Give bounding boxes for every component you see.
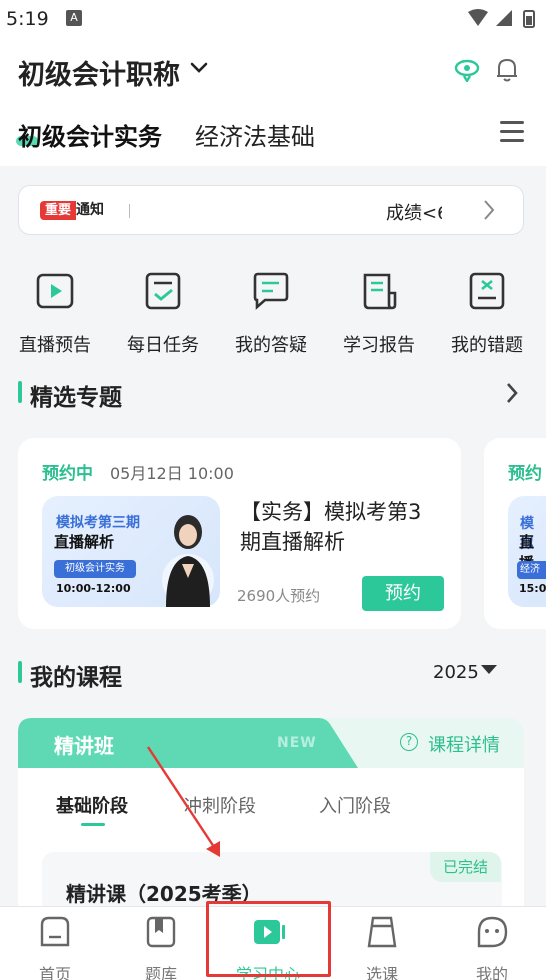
quick-daily-task[interactable]: 每日任务	[109, 265, 217, 356]
stage-tab-basic[interactable]: 基础阶段	[56, 792, 128, 818]
notification-icon: A	[66, 10, 82, 26]
quick-label: 直播预告	[19, 335, 91, 356]
tab-label: 选课	[365, 965, 398, 980]
tab-question-bank[interactable]: 题库	[106, 906, 216, 980]
section-marker	[18, 661, 22, 683]
new-badge: NEW	[277, 735, 317, 751]
quick-label: 我的答疑	[235, 335, 307, 356]
chat-icon	[253, 272, 289, 310]
system-icons	[468, 9, 535, 28]
status-time: 5:19	[6, 8, 49, 30]
teacher-photo	[162, 515, 214, 607]
task-icon	[145, 272, 181, 310]
tab-profile[interactable]: 我的	[437, 906, 546, 980]
quick-my-qa[interactable]: 我的答疑	[217, 265, 325, 356]
bell-icon[interactable]	[495, 57, 519, 83]
annotation-arrow	[146, 746, 220, 857]
quick-study-report[interactable]: 学习报告	[325, 265, 433, 356]
notice-badge-label: 通知	[76, 202, 104, 218]
card-time: 05月12日 10:00	[110, 464, 234, 483]
wrong-icon	[469, 272, 505, 310]
tab-course-select[interactable]: 选课	[327, 906, 437, 980]
status-badge: 已完结	[430, 852, 501, 882]
thumb-subtitle: 直播解析	[54, 533, 115, 551]
bank-icon	[146, 916, 176, 948]
wifi-icon	[468, 9, 488, 26]
chevron-right-icon[interactable]	[482, 199, 496, 223]
notice-text: 成绩<6	[386, 203, 442, 224]
profile-icon	[477, 916, 508, 948]
quick-label: 我的错题	[451, 335, 523, 356]
card-status: 预约中	[42, 464, 93, 484]
tab-label: 题库	[144, 965, 177, 980]
signal-icon	[496, 10, 512, 26]
home-icon	[40, 916, 70, 947]
thumb-title: 模拟考第三期	[56, 515, 140, 531]
year-selector[interactable]: 2025	[433, 662, 479, 683]
reserve-button[interactable]: 预约	[362, 576, 444, 611]
exam-selector-title[interactable]: 初级会计职称	[18, 53, 180, 92]
section-title-featured: 精选专题	[30, 385, 122, 411]
tab-subject-practice[interactable]: 初级会计实务	[18, 117, 162, 152]
course-detail-link[interactable]: 课程详情	[428, 731, 500, 757]
live-icon	[36, 273, 74, 309]
thumb-tag: 初级会计实务	[54, 560, 136, 578]
quick-live-preview[interactable]: 直播预告	[1, 265, 109, 356]
annotation-highlight-box	[206, 901, 331, 977]
thumb-time: 10:00-12:00	[56, 582, 131, 595]
section-title-courses: 我的课程	[30, 665, 122, 691]
shop-icon	[367, 916, 397, 948]
report-icon	[363, 273, 397, 310]
course-title[interactable]: 【实务】模拟考第3期直播解析	[240, 497, 440, 557]
tab-label: 我的	[475, 965, 508, 980]
thumb-tag: 经济	[517, 561, 546, 579]
notice-badge: 重要	[40, 201, 76, 220]
quick-label: 每日任务	[127, 335, 199, 356]
quick-wrong-questions[interactable]: 我的错题	[433, 265, 541, 356]
stage-underline	[81, 823, 105, 826]
reservation-count: 2690人预约	[237, 587, 321, 605]
caret-down-icon[interactable]	[481, 665, 497, 674]
class-label: 精讲班	[54, 734, 114, 758]
chevron-right-icon[interactable]	[505, 381, 519, 405]
chevron-down-icon[interactable]	[189, 60, 209, 76]
notice-divider	[129, 204, 130, 218]
menu-icon[interactable]	[500, 121, 524, 143]
headset-icon[interactable]	[452, 56, 482, 82]
stage-tab-intro[interactable]: 入门阶段	[319, 792, 391, 818]
thumb-time: 15:00	[519, 582, 546, 595]
help-icon[interactable]: ?	[400, 733, 418, 751]
tab-label: 首页	[38, 965, 71, 980]
card-status: 预约	[508, 464, 542, 484]
section-marker	[18, 381, 22, 403]
quick-label: 学习报告	[343, 335, 415, 356]
tab-home[interactable]: 首页	[0, 906, 110, 980]
tab-subject-law[interactable]: 经济法基础	[195, 117, 315, 152]
